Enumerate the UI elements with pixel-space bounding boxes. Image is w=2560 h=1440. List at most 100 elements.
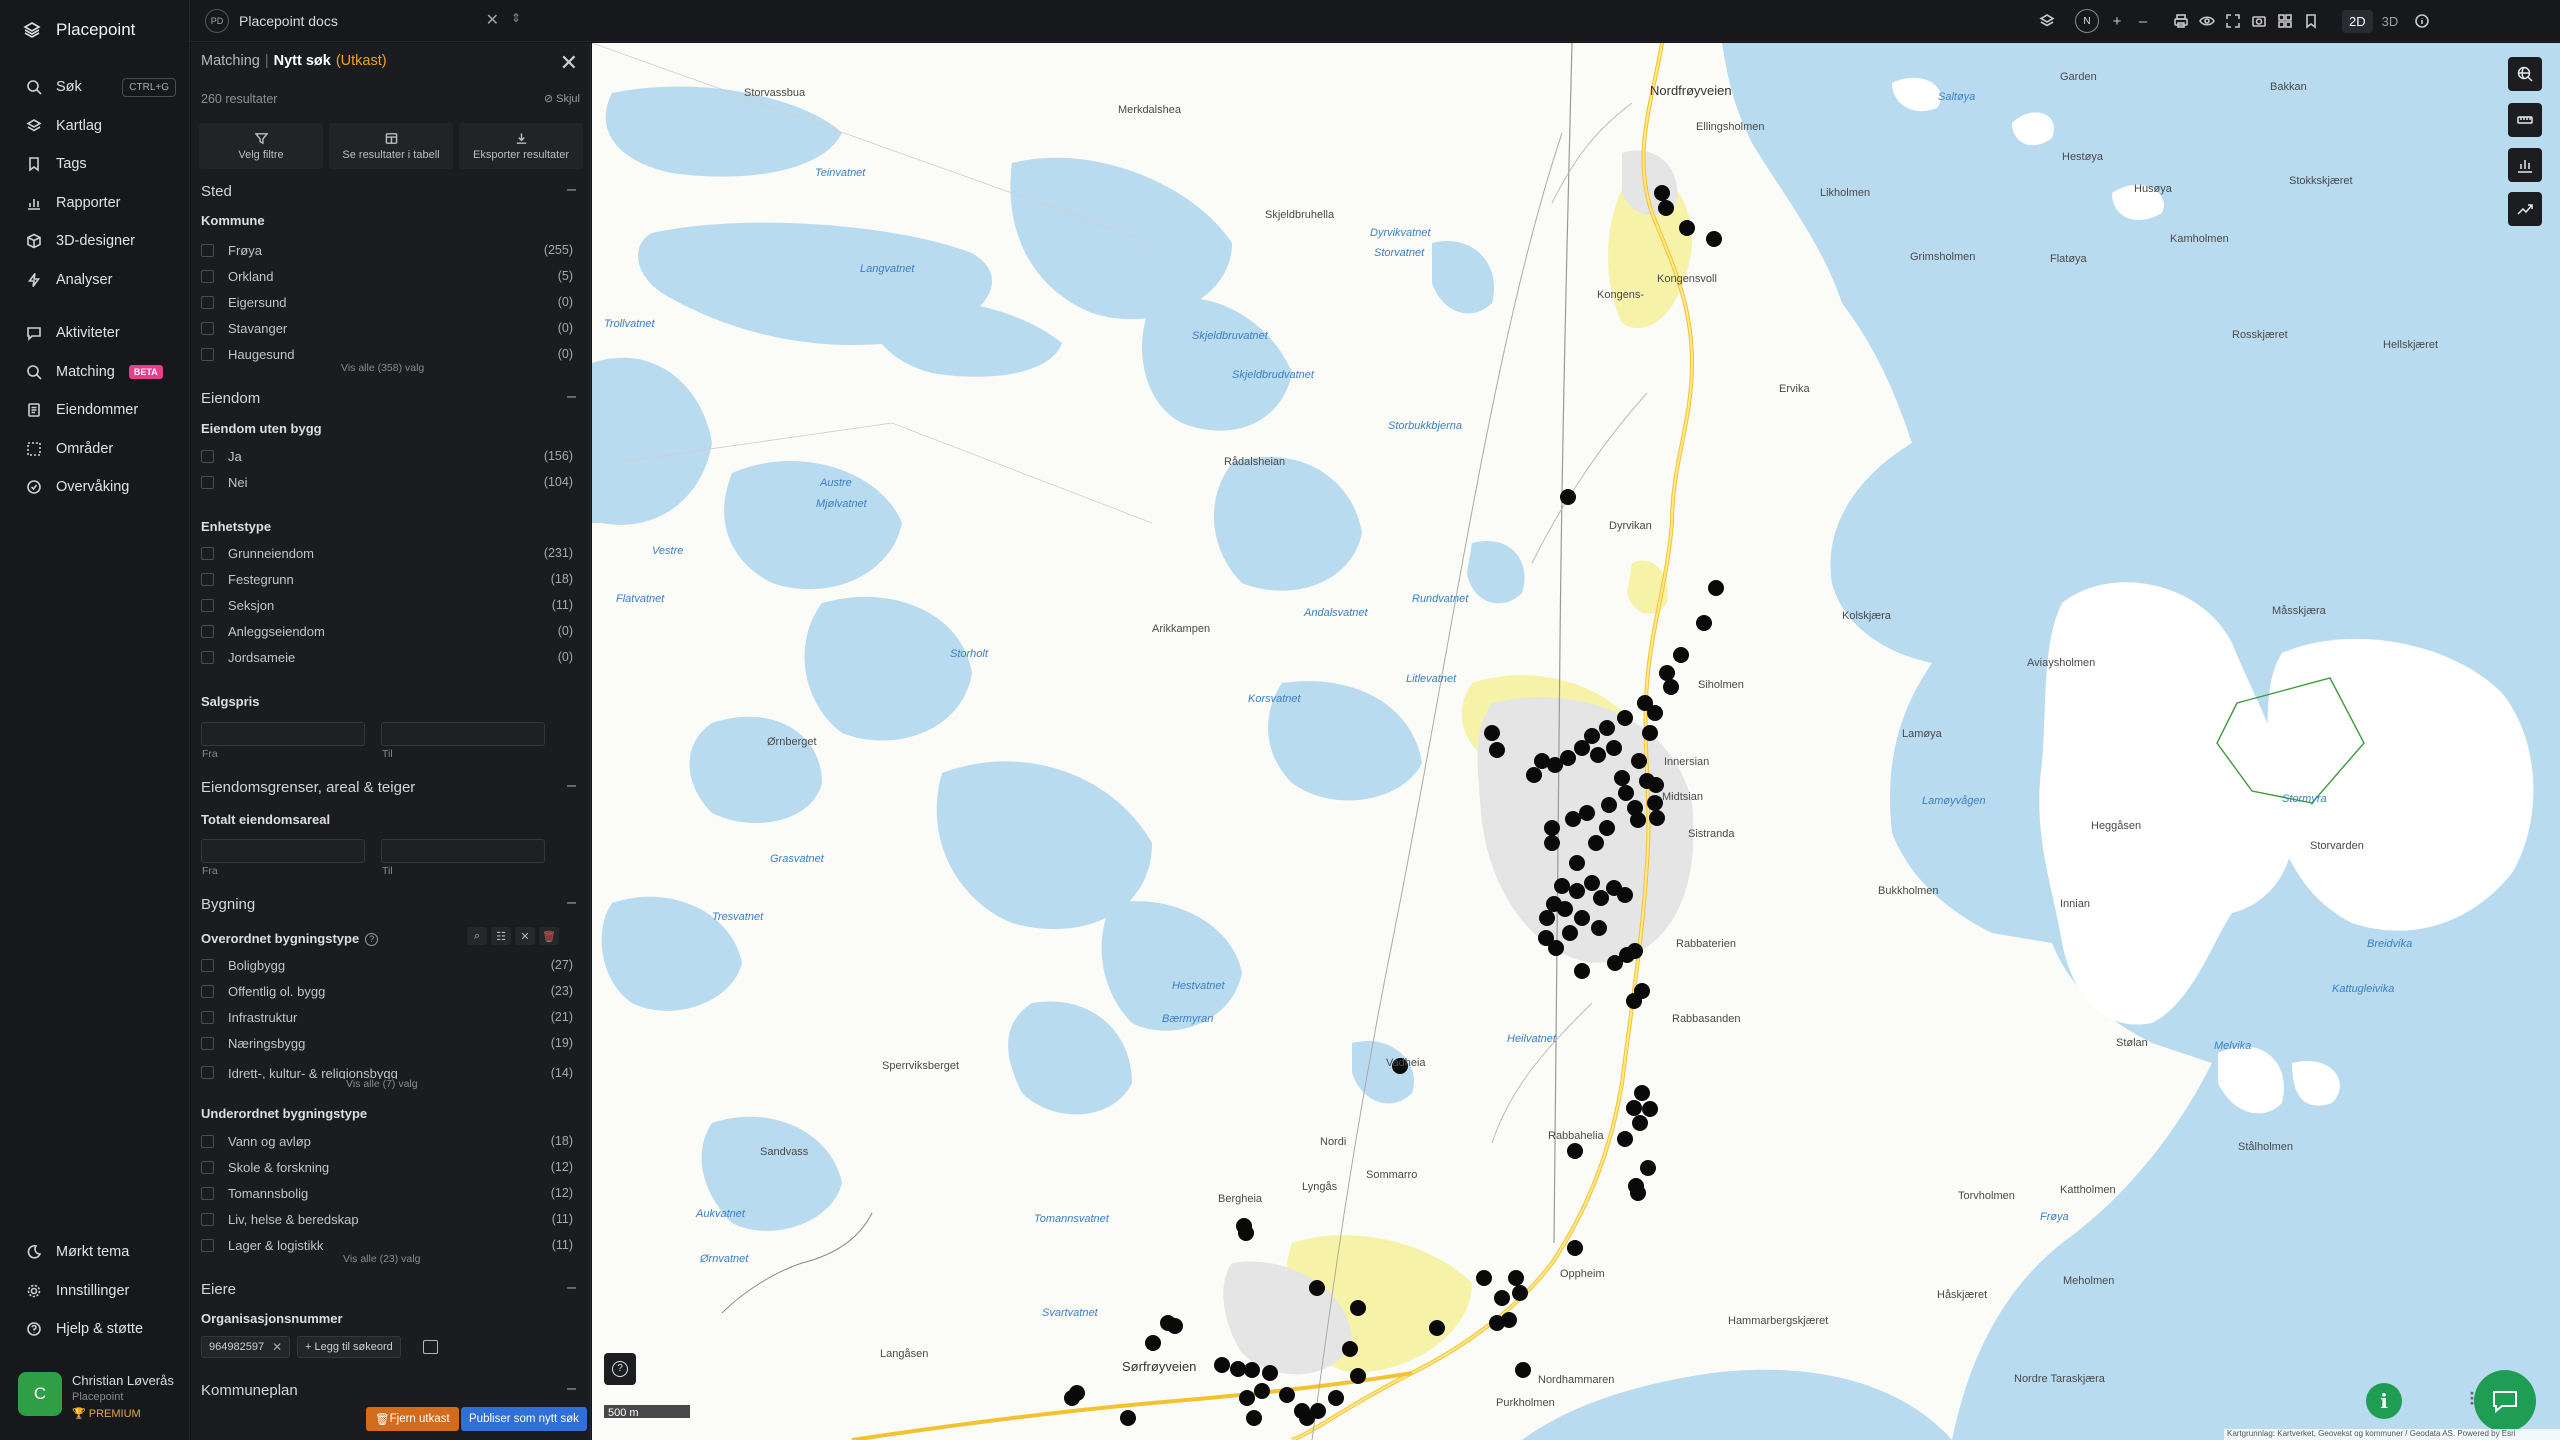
sidebar-item-analyser[interactable]: Analyser — [0, 261, 190, 300]
map-canvas[interactable]: Garden Bakkan Saltøya Hestøya Husøya Sto… — [592, 43, 2560, 1440]
close-panel-icon[interactable]: ✕ — [560, 50, 578, 76]
list-icon[interactable]: ☷ — [491, 927, 511, 945]
collapse-eiere-icon[interactable]: – — [567, 1279, 576, 1297]
section-eiere-title[interactable]: Eiere — [201, 1281, 236, 1298]
document-tab[interactable]: PD Placepoint docs ✕ ⇕ — [205, 6, 531, 36]
sidebar-item-aktiviteter[interactable]: Aktiviteter — [0, 314, 190, 353]
kommune-option[interactable]: Eigersund (0) — [201, 292, 573, 312]
underordnet-show-all[interactable]: Vis alle (23) valg — [343, 1253, 420, 1265]
checkbox[interactable] — [201, 243, 214, 257]
view-mode-3d[interactable]: 3D — [2375, 10, 2406, 33]
kommune-show-all[interactable]: Vis alle (358) valg — [341, 362, 424, 374]
sidebar-item-eiendommer[interactable]: Eiendommer — [0, 391, 190, 430]
collapse-eiendom-icon[interactable]: – — [567, 388, 576, 406]
collapse-kommuneplan-icon[interactable]: – — [567, 1380, 576, 1398]
collapse-grenser-icon[interactable]: – — [567, 777, 576, 795]
sidebar-item-settings[interactable]: Innstillinger — [0, 1272, 190, 1311]
show-table-button[interactable]: Se resultater i tabell — [329, 123, 453, 169]
publish-search-button[interactable]: Publiser som nytt søk — [461, 1407, 587, 1431]
checkbox[interactable] — [201, 1238, 214, 1252]
checkbox[interactable] — [201, 1010, 214, 1024]
switch-document-icon[interactable]: ⇕ — [511, 11, 521, 25]
brand[interactable]: Placepoint — [22, 20, 135, 40]
section-grenser-title[interactable]: Eiendomsgrenser, areal & teiger — [201, 779, 415, 796]
bookmark-icon[interactable] — [2298, 8, 2324, 34]
checkbox[interactable] — [201, 650, 214, 664]
enhetstype-option[interactable]: Jordsameie (0) — [201, 647, 573, 667]
underordnet-option[interactable]: Skole & forskning (12) — [201, 1157, 573, 1177]
checkbox[interactable] — [201, 546, 214, 560]
eye-icon[interactable] — [2194, 8, 2220, 34]
clear-icon[interactable]: ✕ — [515, 927, 535, 945]
enhetstype-option[interactable]: Grunneiendom (231) — [201, 543, 573, 563]
print-icon[interactable] — [2168, 8, 2194, 34]
checkbox[interactable] — [201, 1186, 214, 1200]
enhetstype-option[interactable]: Seksjon (11) — [201, 595, 573, 615]
checkbox[interactable] — [201, 295, 214, 309]
grid-icon[interactable] — [2272, 8, 2298, 34]
kommune-option[interactable]: Haugesund (0) — [201, 344, 573, 364]
sidebar-item-sok[interactable]: Søk CTRL+G — [0, 68, 190, 107]
sidebar-item-dark-theme[interactable]: Mørkt tema — [0, 1233, 190, 1272]
checkbox[interactable] — [201, 1212, 214, 1226]
checkbox[interactable] — [201, 984, 214, 998]
map-help-button[interactable]: ? — [604, 1353, 636, 1385]
overordnet-option[interactable]: Infrastruktur (21) — [201, 1007, 573, 1027]
map-layer-control[interactable] — [2508, 57, 2542, 91]
salgspris-to-input[interactable] — [381, 722, 545, 746]
checkbox[interactable] — [201, 1066, 214, 1079]
compass-button[interactable]: N — [2074, 8, 2100, 34]
view-mode-2d[interactable]: 2D — [2342, 9, 2373, 33]
org-number-chip[interactable]: 964982597 ✕ — [201, 1336, 291, 1358]
checkbox[interactable] — [201, 572, 214, 586]
copy-icon[interactable] — [423, 1340, 438, 1354]
checkbox[interactable] — [201, 958, 214, 972]
areal-to-input[interactable] — [381, 839, 545, 863]
measure-control[interactable] — [2508, 103, 2542, 137]
analysis-control[interactable] — [2508, 192, 2542, 226]
checkbox[interactable] — [201, 1160, 214, 1174]
breadcrumb-parent[interactable]: Matching — [201, 53, 260, 69]
chat-button[interactable] — [2474, 1370, 2536, 1432]
checkbox[interactable] — [201, 347, 214, 361]
checkbox[interactable] — [201, 1134, 214, 1148]
choose-filters-button[interactable]: Velg filtre — [199, 123, 323, 169]
zoom-in-icon[interactable]: + — [2104, 8, 2130, 34]
collapse-bygning-icon[interactable]: – — [567, 894, 576, 912]
areal-from-input[interactable] — [201, 839, 365, 863]
search-icon[interactable]: ⌕ — [467, 927, 487, 945]
underordnet-option[interactable]: Vann og avløp (18) — [201, 1131, 573, 1151]
overordnet-show-all[interactable]: Vis alle (7) valg — [346, 1078, 418, 1090]
help-icon[interactable]: ? — [365, 933, 379, 946]
section-kommuneplan-title[interactable]: Kommuneplan — [201, 1382, 298, 1399]
kommune-option[interactable]: Stavanger (0) — [201, 318, 573, 338]
enhetstype-option[interactable]: Festegrunn (18) — [201, 569, 573, 589]
checkbox[interactable] — [201, 598, 214, 612]
add-keyword-button[interactable]: + Legg til søkeord — [297, 1336, 401, 1358]
user-card[interactable]: C Christian Løverås Placepoint 🏆 PREMIUM — [18, 1372, 174, 1420]
remove-draft-button[interactable]: 🗑 Fjern utkast — [366, 1407, 459, 1431]
chart-control[interactable] — [2508, 148, 2542, 182]
info-icon[interactable]: i — [2366, 1383, 2402, 1419]
underordnet-option[interactable]: Liv, helse & beredskap (11) — [201, 1209, 573, 1229]
close-document-icon[interactable]: ✕ — [486, 10, 499, 30]
underordnet-option[interactable]: Lager & logistikk (11) — [201, 1235, 573, 1255]
sidebar-item-omrader[interactable]: Områder — [0, 430, 190, 469]
zoom-out-icon[interactable]: – — [2130, 8, 2156, 34]
hide-results-button[interactable]: ⊘ Skjul — [544, 92, 580, 105]
sidebar-item-help[interactable]: Hjelp & støtte — [0, 1310, 190, 1349]
checkbox[interactable] — [201, 321, 214, 335]
trash-icon[interactable]: 🗑 — [539, 927, 559, 945]
section-bygning-title[interactable]: Bygning — [201, 896, 255, 913]
section-eiendom-title[interactable]: Eiendom — [201, 390, 260, 407]
underordnet-option[interactable]: Tomannsbolig (12) — [201, 1183, 573, 1203]
sidebar-item-kartlag[interactable]: Kartlag — [0, 107, 190, 146]
camera-icon[interactable] — [2246, 8, 2272, 34]
sidebar-item-3d-designer[interactable]: 3D-designer — [0, 222, 190, 261]
fullscreen-icon[interactable] — [2220, 8, 2246, 34]
section-sted-title[interactable]: Sted — [201, 183, 232, 200]
checkbox[interactable] — [201, 449, 214, 463]
overordnet-option[interactable]: Boligbygg (27) — [201, 955, 573, 975]
uten-bygg-option[interactable]: Nei (104) — [201, 472, 573, 492]
sidebar-item-overvaking[interactable]: Overvåking — [0, 468, 190, 507]
